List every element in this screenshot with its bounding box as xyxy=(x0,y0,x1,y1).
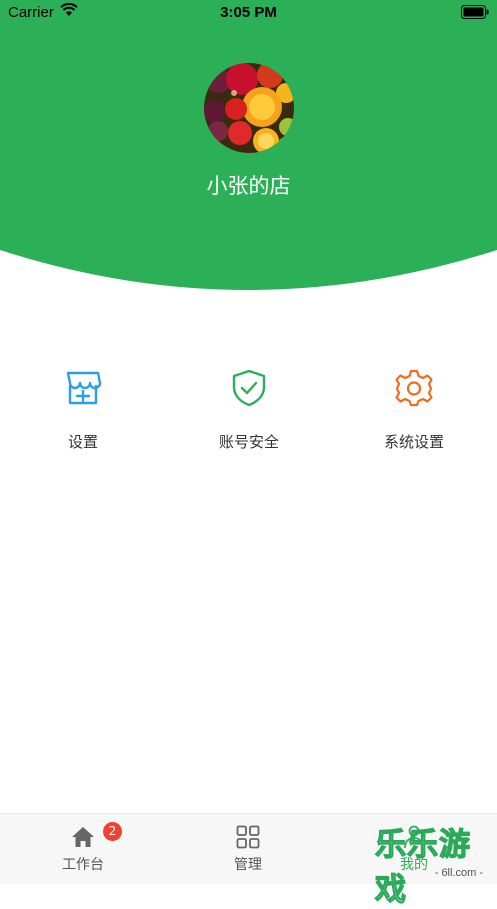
menu-system-settings-label: 系统设置 xyxy=(383,433,444,451)
menu-account-security-label: 账号安全 xyxy=(218,433,279,451)
clock: 3:05 PM xyxy=(220,4,277,21)
tab-manage[interactable]: 管理 xyxy=(188,814,308,884)
store-name: 小张的店 xyxy=(206,174,291,198)
watermark-text: 乐乐游戏 xyxy=(374,826,471,908)
grid-icon xyxy=(236,825,260,849)
notification-badge: 2 xyxy=(103,822,122,841)
watermark-url: - 6ll.com - xyxy=(434,867,483,879)
battery-icon xyxy=(461,5,489,19)
watermark: 乐乐游戏 - 6ll.com - xyxy=(374,819,493,908)
store-avatar[interactable] xyxy=(204,63,294,153)
menu-settings[interactable]: 设置 xyxy=(18,366,148,452)
tab-workbench[interactable]: 工作台 2 xyxy=(23,814,143,884)
menu-account-security[interactable]: 账号安全 xyxy=(184,366,314,452)
status-bar: Carrier 3:05 PM xyxy=(0,0,497,26)
tab-manage-label: 管理 xyxy=(234,857,262,873)
profile-header: Carrier 3:05 PM 小张的店 xyxy=(0,0,497,290)
menu-system-settings[interactable]: 系统设置 xyxy=(349,366,479,452)
fruit-avatar-image xyxy=(204,63,294,153)
gear-icon xyxy=(395,369,433,407)
store-icon xyxy=(66,371,102,405)
menu-settings-label: 设置 xyxy=(67,433,98,451)
tab-workbench-label: 工作台 xyxy=(62,857,104,873)
shield-check-icon xyxy=(232,369,266,407)
home-icon xyxy=(72,827,94,847)
